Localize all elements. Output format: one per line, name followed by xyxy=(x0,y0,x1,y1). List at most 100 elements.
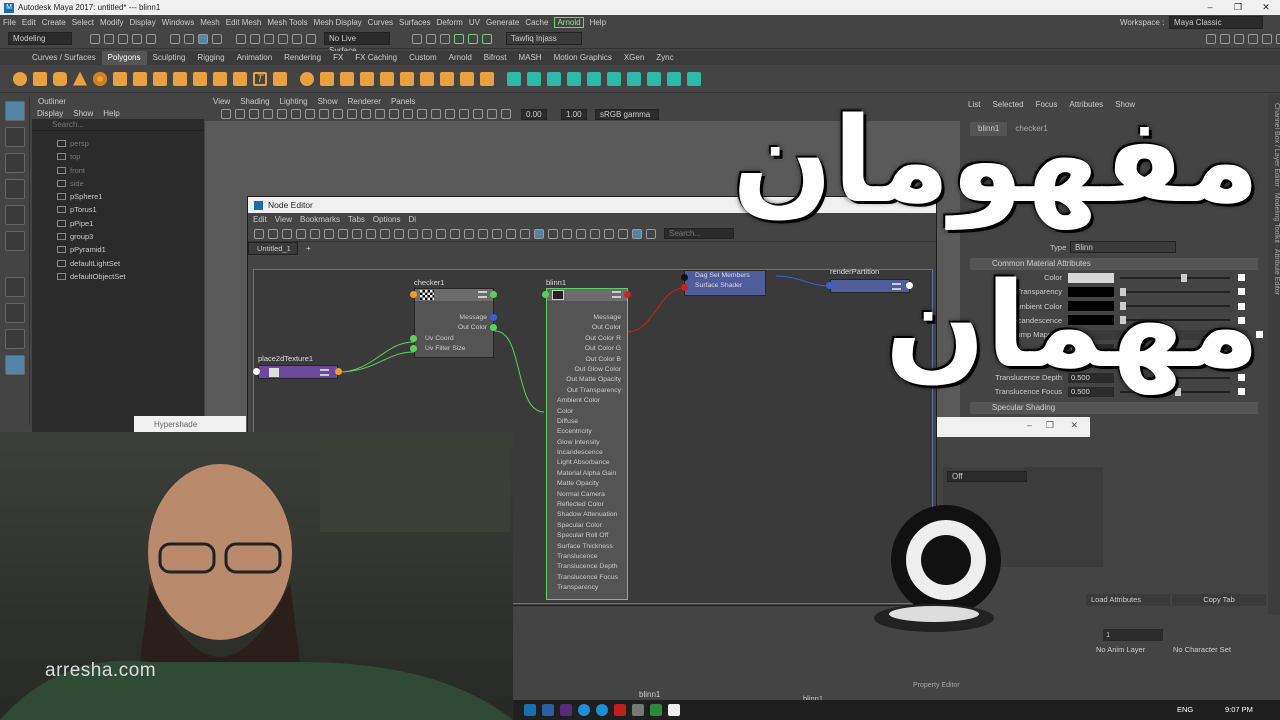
blinn-port-row[interactable]: Matte Opacity xyxy=(547,479,627,489)
shelf-tab-custom[interactable]: Custom xyxy=(403,51,443,65)
layout-4-icon[interactable] xyxy=(1248,33,1258,44)
render-frame-icon[interactable] xyxy=(412,33,422,44)
snap-curve-icon[interactable] xyxy=(250,33,260,44)
shelf-tab-zync[interactable]: Zync xyxy=(650,51,679,65)
image-plane-icon[interactable] xyxy=(263,109,273,119)
restore-icon[interactable]: ❐ xyxy=(1224,0,1252,15)
camtasia-taskbar-icon[interactable] xyxy=(650,704,662,716)
shelf-tab-motion-graphics[interactable]: Motion Graphics xyxy=(548,51,618,65)
vp-menu-panels[interactable]: Panels xyxy=(391,97,415,106)
add-selected-icon[interactable] xyxy=(324,228,334,239)
outliner-item[interactable]: pPyramid1 xyxy=(32,243,204,256)
poly-cube-icon[interactable] xyxy=(33,71,47,86)
language-indicator[interactable]: ENG xyxy=(1177,705,1193,714)
clock[interactable]: 9:07 PM xyxy=(1225,705,1253,714)
outliner-item[interactable]: defaultLightSet xyxy=(32,257,204,270)
blinn-port-row[interactable]: Out Color xyxy=(547,323,627,333)
outliner-item[interactable]: pPipe1 xyxy=(32,217,204,230)
render-settings-icon[interactable] xyxy=(440,33,450,44)
blinn-port-row[interactable]: Material Alpha Gain xyxy=(547,469,627,479)
layout-icon[interactable] xyxy=(1206,33,1216,44)
sg-surfaceshader-port[interactable] xyxy=(681,284,688,291)
acrobat-taskbar-icon[interactable] xyxy=(614,704,626,716)
outliner-item[interactable]: side xyxy=(32,177,204,190)
menu-arnold[interactable]: Arnold xyxy=(554,16,584,28)
shelf-tab-polygons[interactable]: Polygons xyxy=(101,51,147,65)
ne-menu-view[interactable]: View xyxy=(275,215,292,224)
add-tab-icon[interactable]: + xyxy=(306,244,311,253)
shelf-tab-bifrost[interactable]: Bifrost xyxy=(478,51,513,65)
select-component-icon[interactable] xyxy=(198,33,208,44)
outliner-search-input[interactable]: Search... xyxy=(32,119,204,131)
blinn-port-row[interactable]: Glow Intensity xyxy=(547,438,627,448)
svg-tool-icon[interactable] xyxy=(273,71,287,86)
bookmark-icon[interactable] xyxy=(249,109,259,119)
textured-icon[interactable] xyxy=(389,109,399,119)
checker-input-port[interactable] xyxy=(410,291,417,298)
close-icon[interactable]: ✕ xyxy=(1252,0,1280,15)
minimize-icon[interactable]: – xyxy=(1027,420,1032,430)
paint-select-icon[interactable] xyxy=(5,153,25,173)
menu-modify[interactable]: Modify xyxy=(100,18,124,27)
graph-input-output-icon[interactable] xyxy=(254,228,264,239)
blinn-port-row[interactable]: Shadow Attenuation xyxy=(547,510,627,520)
poly-disc-icon[interactable] xyxy=(133,71,147,86)
grid-icon[interactable] xyxy=(277,109,287,119)
blinn-port-row[interactable]: Out Matte Opacity xyxy=(547,375,627,385)
remove-selected-icon[interactable] xyxy=(310,228,320,239)
load-attributes-button[interactable]: Load Attributes xyxy=(1086,594,1170,606)
character-set-label[interactable]: No Character Set xyxy=(1173,645,1231,654)
blinn-port-row[interactable]: Translucence xyxy=(547,552,627,562)
ne-menu-tabs[interactable]: Tabs xyxy=(348,215,365,224)
blinn-port-row[interactable]: Message xyxy=(547,313,627,323)
minimize-icon[interactable]: – xyxy=(1196,0,1224,15)
boolean-difference-icon[interactable] xyxy=(380,71,394,86)
menu-windows[interactable]: Windows xyxy=(162,18,194,27)
tab-untitled-1[interactable]: Untitled_1 xyxy=(248,242,298,255)
poly-pipe-icon[interactable] xyxy=(213,71,227,86)
blinn-port-row[interactable]: Diffuse xyxy=(547,417,627,427)
vp-menu-view[interactable]: View xyxy=(213,97,230,106)
full-mode-icon[interactable] xyxy=(408,228,418,239)
menu-deform[interactable]: Deform xyxy=(437,18,463,27)
boolean-union-icon[interactable] xyxy=(360,71,374,86)
skype-taskbar-icon[interactable] xyxy=(578,704,590,716)
place2d-output-port[interactable] xyxy=(335,368,342,375)
blinn-port-row[interactable]: Eccentricity xyxy=(547,427,627,437)
skype2-taskbar-icon[interactable] xyxy=(596,704,608,716)
outliner-layout-icon[interactable] xyxy=(5,355,25,375)
menu-help[interactable]: Help xyxy=(590,18,606,27)
lock-selection-icon[interactable] xyxy=(212,33,222,44)
snap-plane-icon[interactable] xyxy=(278,33,288,44)
new-scene-icon[interactable] xyxy=(90,33,100,44)
place2d-node[interactable] xyxy=(258,365,338,379)
user-account-dropdown[interactable]: Tawfiq Injass xyxy=(506,32,582,45)
outliner-item[interactable]: pTorus1 xyxy=(32,203,204,216)
outliner-item[interactable]: group3 xyxy=(32,230,204,243)
checker-node[interactable]: Message Out Color Uv Coord Uv Filter Siz… xyxy=(414,288,494,358)
snap-point-icon[interactable] xyxy=(264,33,274,44)
poly-torus-icon[interactable] xyxy=(93,71,107,86)
outliner-menu-help[interactable]: Help xyxy=(103,109,119,118)
camera-attr-icon[interactable] xyxy=(235,109,245,119)
arnold-render-icon[interactable] xyxy=(454,33,464,44)
layout-2-icon[interactable] xyxy=(1220,33,1230,44)
blinn-port-row[interactable]: Surface Thickness xyxy=(547,542,627,552)
blinn-port-row[interactable]: Incandescence xyxy=(547,448,627,458)
smooth-shade-icon[interactable] xyxy=(375,109,385,119)
simple-mode-icon[interactable] xyxy=(380,228,390,239)
menu-display[interactable]: Display xyxy=(130,18,156,27)
blinn-port-row[interactable]: Out Color B xyxy=(547,355,627,365)
maya-taskbar-icon[interactable] xyxy=(524,704,536,716)
snap-surface-icon[interactable] xyxy=(292,33,302,44)
poly-helix-icon[interactable] xyxy=(233,71,247,86)
blinn-input-port[interactable] xyxy=(542,291,549,298)
menu-create[interactable]: Create xyxy=(42,18,66,27)
vp-menu-shading[interactable]: Shading xyxy=(240,97,269,106)
live-surface-field[interactable]: No Live Surface xyxy=(324,32,390,55)
checker-uvcoord-port[interactable] xyxy=(410,335,417,342)
scale-tool-icon[interactable] xyxy=(5,231,25,251)
outliner-item[interactable]: top xyxy=(32,150,204,163)
ne-menu-display[interactable]: Di xyxy=(409,215,417,224)
poly-cylinder-icon[interactable] xyxy=(53,71,67,86)
